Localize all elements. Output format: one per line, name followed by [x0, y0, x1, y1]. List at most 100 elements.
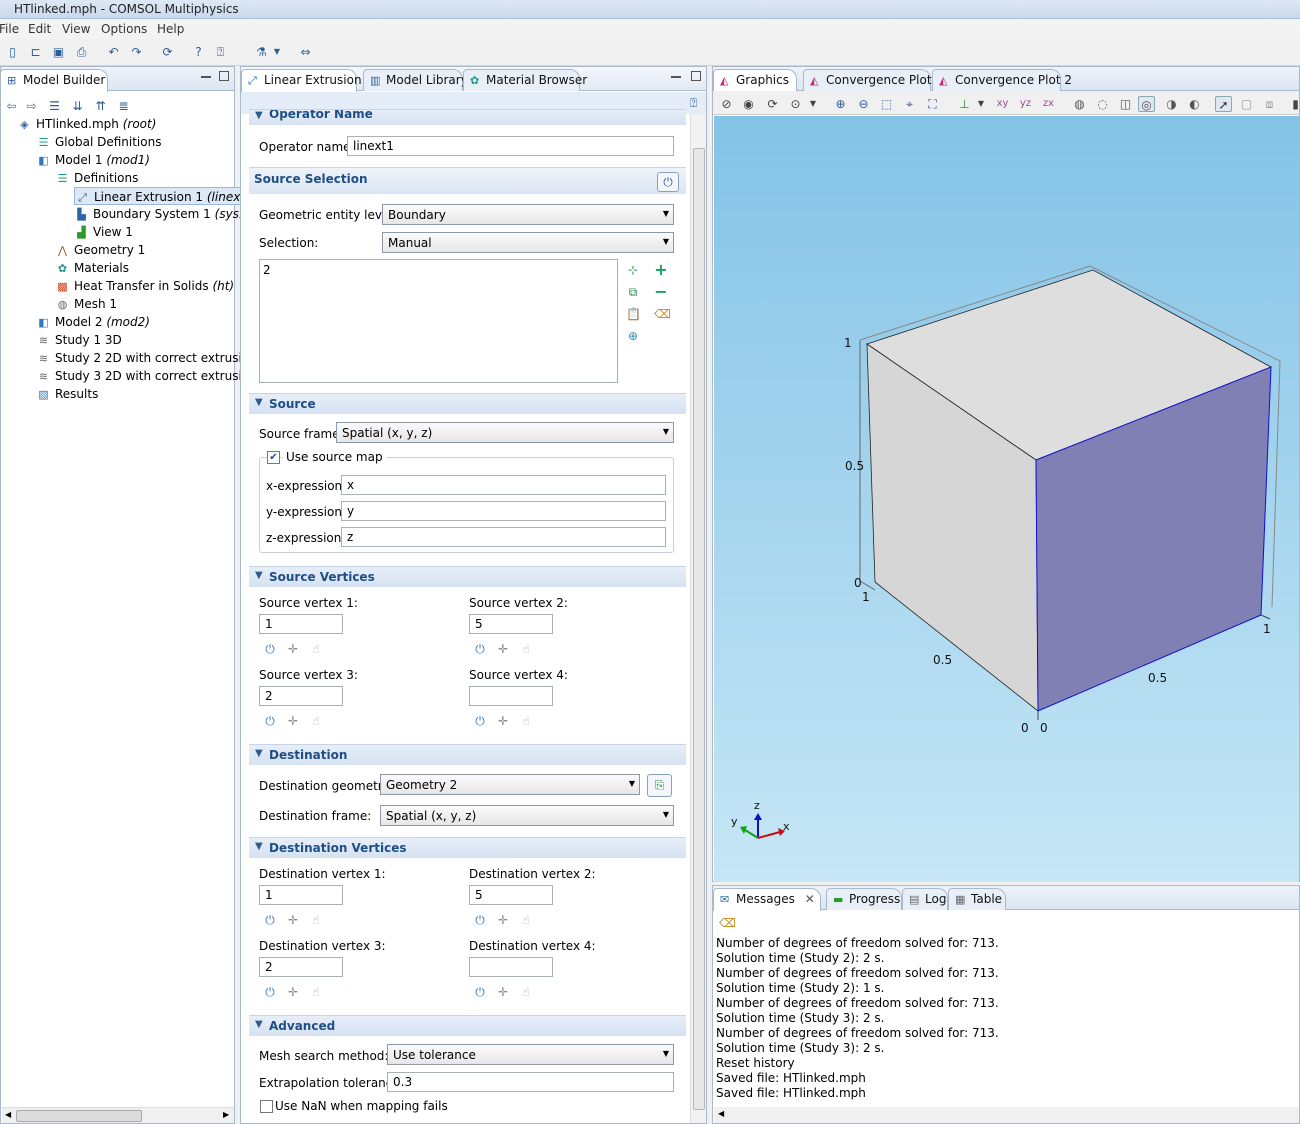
- clear-messages-icon[interactable]: ⌫: [719, 916, 736, 930]
- scroll-left-icon[interactable]: ◀: [718, 1109, 724, 1118]
- zoom-box-icon[interactable]: ⬚: [878, 96, 895, 112]
- activate-icon[interactable]: ⏻: [473, 714, 487, 728]
- add-icon[interactable]: ✛: [496, 913, 510, 927]
- select-point-icon[interactable]: ☝: [309, 642, 323, 656]
- destination-geometry-select[interactable]: Geometry 2 ▼: [380, 774, 640, 795]
- messages-hscrollbar[interactable]: ◀: [714, 1107, 1299, 1123]
- tab-material-browser[interactable]: ✿ Material Browser: [463, 69, 587, 91]
- tree-item[interactable]: ☰ Definitions: [55, 169, 139, 187]
- select-point-icon[interactable]: ☝: [519, 714, 533, 728]
- use-source-map-checkbox[interactable]: ✔: [267, 451, 280, 464]
- select-point-icon[interactable]: ☝: [519, 642, 533, 656]
- collapse-icon[interactable]: ⇊: [69, 98, 86, 114]
- activate-icon[interactable]: ⏻: [263, 642, 277, 656]
- menu-options[interactable]: Options: [101, 22, 147, 36]
- dynamic-help-icon[interactable]: ⍰: [212, 44, 229, 60]
- activate-icon[interactable]: ⏻: [473, 985, 487, 999]
- selection-list[interactable]: 2: [259, 259, 618, 383]
- go-to-source-icon[interactable]: ⎘: [647, 774, 672, 797]
- y-expression-input[interactable]: y: [341, 501, 666, 521]
- tab-progress[interactable]: ▬ Progress: [826, 888, 902, 910]
- section-destination[interactable]: ▼ Destination: [249, 744, 686, 765]
- source-frame-select[interactable]: Spatial (x, y, z) ▼: [336, 422, 674, 443]
- new-file-icon[interactable]: ▯: [4, 44, 21, 60]
- expand-icon[interactable]: ⇈: [92, 98, 109, 114]
- section-operator-name[interactable]: ▼ Operator Name: [249, 109, 686, 125]
- back-icon[interactable]: ⇦: [3, 98, 20, 114]
- tree-item[interactable]: ▧ Results: [36, 385, 98, 403]
- minimize-icon[interactable]: [671, 71, 681, 78]
- menu-edit[interactable]: Edit: [28, 22, 51, 36]
- vertex-input[interactable]: 1: [259, 614, 343, 634]
- zoom-out-icon[interactable]: ⊖: [855, 96, 872, 112]
- rotate-icon[interactable]: ⟳: [764, 96, 781, 112]
- vertex-input[interactable]: [469, 686, 553, 706]
- select-point-icon[interactable]: ☝: [309, 714, 323, 728]
- sort-icon[interactable]: ≣: [115, 98, 132, 114]
- tree-item[interactable]: ◧ Model 2 (mod2): [36, 313, 150, 331]
- vertex-input[interactable]: 2: [259, 686, 343, 706]
- select-point-icon[interactable]: ☝: [309, 913, 323, 927]
- select-box-icon[interactable]: ▢: [1238, 96, 1255, 112]
- paste-icon[interactable]: 📋: [626, 307, 641, 321]
- activate-icon[interactable]: ⏻: [263, 985, 277, 999]
- close-icon[interactable]: ✕: [805, 892, 815, 906]
- activate-icon[interactable]: ⏻: [473, 642, 487, 656]
- tab-convergence-plot-1[interactable]: ◭ Convergence Plot 1: [803, 69, 943, 91]
- section-destination-vertices[interactable]: ▼ Destination Vertices: [249, 837, 686, 858]
- physics-builder-icon[interactable]: ⚗: [253, 44, 270, 60]
- minimize-icon[interactable]: [201, 71, 211, 78]
- menu-help[interactable]: Help: [157, 22, 184, 36]
- add-icon[interactable]: ✛: [496, 714, 510, 728]
- tab-log[interactable]: ▤ Log: [902, 888, 948, 910]
- tab-table[interactable]: ▦ Table: [948, 888, 1006, 910]
- add-icon[interactable]: ✛: [286, 642, 300, 656]
- wireframe-icon[interactable]: ◫: [1117, 96, 1134, 112]
- maximize-icon[interactable]: [691, 71, 701, 81]
- scene-light-icon[interactable]: ◍: [1071, 96, 1088, 112]
- tab-graphics[interactable]: ◭ Graphics: [713, 69, 797, 92]
- view-xy-icon[interactable]: xy: [994, 96, 1011, 112]
- zoom-selected-icon[interactable]: ⌖: [901, 96, 918, 112]
- add-icon[interactable]: ✛: [496, 642, 510, 656]
- select-domains-icon[interactable]: ◐: [1186, 96, 1203, 112]
- screenshot-icon[interactable]: ▮: [1287, 96, 1300, 112]
- activate-icon[interactable]: ⏻: [473, 913, 487, 927]
- tab-model-builder[interactable]: ⊞ Model Builder: [0, 69, 108, 92]
- pointer-icon[interactable]: ➚: [1215, 96, 1232, 112]
- mesh-search-select[interactable]: Use tolerance ▼: [387, 1044, 674, 1065]
- help-icon[interactable]: ?: [190, 44, 207, 60]
- tree-hscrollbar[interactable]: ◀ ▶: [2, 1107, 234, 1123]
- undo-icon[interactable]: ↶: [105, 44, 122, 60]
- tree-item[interactable]: ≋ Study 2 2D with correct extrusion: [36, 349, 257, 367]
- section-source-selection[interactable]: Source Selection ⏻: [249, 167, 686, 194]
- zoom-in-icon[interactable]: ⊕: [832, 96, 849, 112]
- tree-item[interactable]: ◍ Mesh 1: [55, 295, 117, 313]
- transparency-icon[interactable]: ◌: [1094, 96, 1111, 112]
- scroll-left-icon[interactable]: ◀: [5, 1110, 11, 1119]
- vertex-input[interactable]: 1: [259, 885, 343, 905]
- clear-selection-icon[interactable]: ⌫: [654, 307, 671, 321]
- tree-item[interactable]: ☰ Global Definitions: [36, 133, 162, 151]
- chevron-down-icon[interactable]: ▼: [976, 96, 986, 112]
- tree-item[interactable]: ▟ View 1: [74, 223, 133, 241]
- chevron-down-icon[interactable]: ▼: [808, 96, 818, 112]
- vertex-input[interactable]: 5: [469, 885, 553, 905]
- x-expression-input[interactable]: x: [341, 475, 666, 495]
- add-icon[interactable]: ✛: [286, 985, 300, 999]
- tab-convergence-plot-2[interactable]: ◭ Convergence Plot 2: [932, 69, 1072, 91]
- section-source-vertices[interactable]: ▼ Source Vertices: [249, 566, 686, 587]
- extrapolation-tolerance-input[interactable]: 0.3: [387, 1072, 674, 1092]
- open-file-icon[interactable]: ⊏: [27, 44, 44, 60]
- section-advanced[interactable]: ▼ Advanced: [249, 1015, 686, 1036]
- dynamic-help-icon[interactable]: ⍰: [685, 95, 702, 111]
- view-yz-icon[interactable]: yz: [1017, 96, 1034, 112]
- tree-item[interactable]: ◈ HTlinked.mph (root): [17, 115, 156, 133]
- remove-icon[interactable]: −: [654, 284, 668, 300]
- add-icon[interactable]: ✛: [496, 985, 510, 999]
- tree-item[interactable]: ⤢ Linear Extrusion 1 (linext1): [74, 187, 259, 205]
- add-icon[interactable]: ✛: [286, 714, 300, 728]
- tree-item[interactable]: ◧ Model 1 (mod1): [36, 151, 150, 169]
- activate-icon[interactable]: ⏻: [263, 913, 277, 927]
- show-icon[interactable]: ◉: [740, 96, 757, 112]
